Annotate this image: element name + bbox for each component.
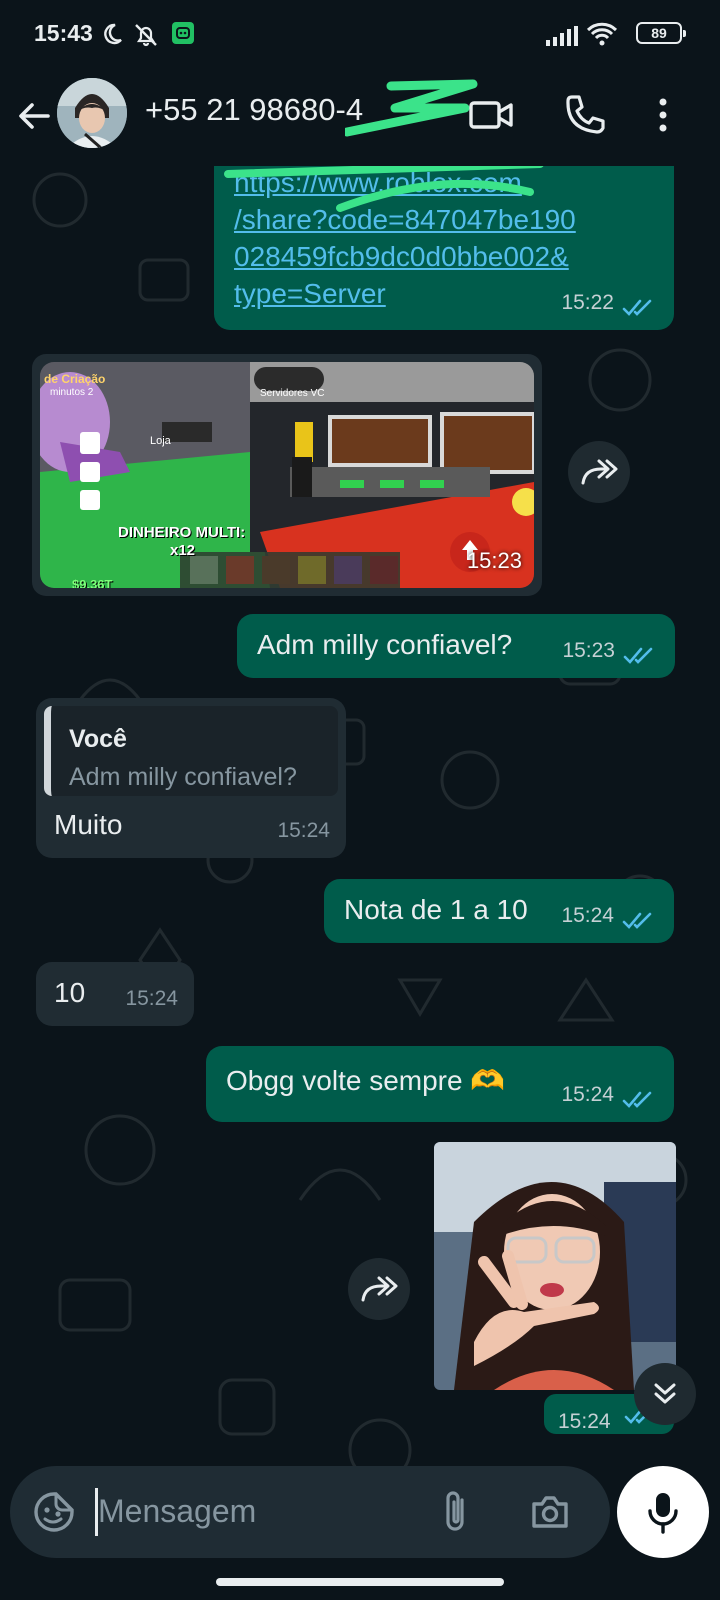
incoming-reply-message[interactable]: Você Adm milly confiavel? Muito 15:24 (36, 698, 346, 858)
whatsapp-chat-screen: 15:43 89 +55 21 98680-4 https://www.robl… (0, 0, 720, 1600)
message-time: 15:24 (561, 904, 614, 927)
voice-call-icon[interactable] (560, 90, 610, 140)
game-text-timer: minutos 2 (50, 387, 94, 398)
forward-icon (361, 1276, 398, 1302)
message-time: 15:24 (125, 987, 178, 1010)
contact-avatar[interactable] (57, 78, 127, 148)
message-text: 10 (54, 977, 86, 1008)
contact-name[interactable]: +55 21 98680-4 (145, 92, 363, 128)
notifications-muted-icon (135, 24, 157, 47)
message-time: 15:23 (466, 548, 522, 573)
double-chevron-down-icon (654, 1383, 676, 1404)
status-time: 15:43 (34, 20, 93, 46)
message-time: 15:24 (558, 1410, 611, 1433)
message-list[interactable]: https://www.roblox.com /share?code=84704… (0, 166, 720, 1456)
outgoing-message[interactable]: Obgg volte sempre 🫶 15:24 (206, 1046, 674, 1122)
message-text: Muito (54, 809, 123, 840)
microphone-icon (648, 1493, 678, 1534)
camera-icon[interactable] (528, 1490, 572, 1534)
message-text: Adm milly confiavel? (257, 629, 513, 660)
do-not-disturb-moon-icon (104, 23, 122, 45)
message-time: 15:23 (562, 639, 615, 662)
voice-record-button[interactable] (617, 1466, 709, 1558)
message-input-bar[interactable]: Mensagem (10, 1466, 610, 1558)
gesture-navigation-bar[interactable] (216, 1578, 504, 1586)
battery-indicator: 89 (636, 22, 686, 44)
incoming-message[interactable]: 10 15:24 (36, 962, 194, 1026)
read-receipt-icon (622, 1091, 652, 1108)
quote-text: Adm milly confiavel? (69, 763, 297, 791)
outgoing-message[interactable]: Nota de 1 a 10 15:24 (324, 879, 674, 943)
chat-header: +55 21 98680-4 (0, 68, 720, 166)
message-time: 15:24 (277, 819, 330, 842)
forward-icon (581, 459, 618, 485)
game-shop-label: Loja (150, 435, 171, 447)
quote-author: Você (69, 725, 127, 753)
game-multiplier-value: x12 (170, 542, 196, 559)
forward-button[interactable] (348, 1258, 410, 1320)
message-time: 15:22 (561, 291, 614, 314)
cellular-signal-icon (546, 26, 578, 46)
redaction-scribble (345, 79, 478, 137)
quoted-message[interactable]: Você Adm milly confiavel? (44, 706, 338, 796)
back-arrow-icon[interactable] (14, 96, 54, 136)
selfie-photo[interactable] (434, 1142, 676, 1390)
outgoing-message-link[interactable]: https://www.roblox.com /share?code=84704… (214, 166, 674, 330)
link-line[interactable]: 028459fcb9dc0d0bbe002& (234, 238, 576, 275)
read-receipt-icon (622, 912, 652, 929)
read-receipt-icon (623, 647, 653, 664)
message-text: Nota de 1 a 10 (344, 894, 528, 925)
wifi-icon (586, 22, 618, 46)
app-notification-icon (172, 22, 194, 44)
roblox-screenshot-image[interactable]: de Criação minutos 2 Servidores VC Loja … (40, 362, 534, 588)
sticker-emoji-icon[interactable] (32, 1490, 76, 1534)
game-server-button: Servidores VC (260, 388, 325, 399)
video-call-icon[interactable] (467, 90, 517, 140)
read-receipt-icon (622, 299, 652, 316)
forward-button[interactable] (568, 441, 630, 503)
more-options-icon[interactable] (638, 90, 688, 140)
redaction-scribble (224, 166, 544, 212)
incoming-image-message[interactable]: de Criação minutos 2 Servidores VC Loja … (32, 354, 542, 596)
message-text: Obgg volte sempre 🫶 (226, 1065, 506, 1096)
status-bar: 15:43 89 (0, 0, 720, 68)
attach-paperclip-icon[interactable] (438, 1488, 474, 1536)
outgoing-message[interactable]: Adm milly confiavel? 15:23 (237, 614, 675, 678)
game-money: $9.36T (72, 577, 113, 588)
message-time: 15:24 (561, 1083, 614, 1106)
message-input[interactable]: Mensagem (98, 1493, 256, 1530)
scroll-to-bottom-button[interactable] (634, 1363, 696, 1425)
link-line[interactable]: type=Server (234, 275, 576, 312)
